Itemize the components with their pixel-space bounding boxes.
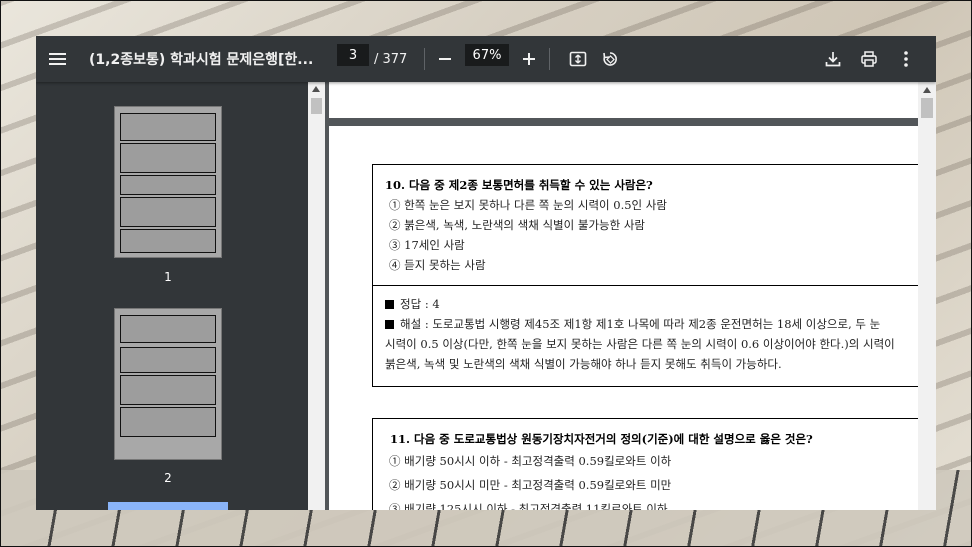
page-thumbnail-3-selected[interactable]	[108, 502, 228, 510]
page-thumbnail-2[interactable]	[114, 308, 222, 460]
menu-icon[interactable]	[49, 36, 69, 82]
toolbar-divider	[549, 48, 550, 70]
document-viewport: 10. 다음 중 제2종 보통면허를 취득할 수 있는 사람은? ① 한쪽 눈은…	[325, 82, 918, 510]
page-thumbnail-1[interactable]	[114, 106, 222, 258]
explanation-10-line: 시력이 0.5 이상(다만, 한쪽 눈을 보지 못하는 사람은 다른 쪽 눈의 …	[385, 337, 895, 351]
question-10-option: ④ 듣지 못하는 사람	[389, 258, 486, 272]
answer-10-line: 정답 : 4	[385, 294, 895, 314]
scrollbar-thumb[interactable]	[921, 98, 933, 118]
pdf-page: 10. 다음 중 제2종 보통면허를 취득할 수 있는 사람은? ① 한쪽 눈은…	[329, 82, 918, 510]
question-10-option: ① 한쪽 눈은 보지 못하나 다른 쪽 눈의 시력이 0.5인 사람	[389, 198, 667, 212]
question-11-title: 11. 다음 중 도로교통법상 원동기장치자전거의 정의(기준)에 대한 설명으…	[390, 432, 813, 446]
question-11-box: 11. 다음 중 도로교통법상 원동기장치자전거의 정의(기준)에 대한 설명으…	[372, 418, 918, 510]
explanation-10-line: 붉은색, 녹색 및 노란색의 색채 식별이 가능해야 하나 듣지 못해도 취득이…	[385, 357, 782, 371]
question-11-option: ② 배기량 50시시 미만 - 최고정격출력 0.59킬로와트 미만	[389, 478, 672, 492]
explanation-10-line: 해설 : 도로교통법 시행령 제45조 제1항 제1호 나목에 따라 제2종 운…	[385, 314, 895, 334]
answer-10-box: 정답 : 4 해설 : 도로교통법 시행령 제45조 제1항 제1호 나목에 따…	[372, 285, 918, 387]
sidebar-scrollbar[interactable]	[308, 82, 325, 510]
question-10-option: ③ 17세인 사람	[389, 238, 465, 252]
page-number-input[interactable]: 3	[337, 44, 369, 66]
fit-page-icon[interactable]	[567, 36, 589, 82]
scroll-up-arrow-icon[interactable]	[923, 87, 931, 93]
page-total-label: / 377	[374, 51, 408, 67]
page-separator	[329, 118, 918, 126]
scroll-up-arrow-icon[interactable]	[312, 86, 320, 92]
zoom-out-icon[interactable]	[434, 36, 456, 82]
more-icon[interactable]	[895, 36, 917, 82]
thumbnail-label-2: 2	[164, 471, 172, 485]
rotate-icon[interactable]	[599, 36, 621, 82]
toolbar-divider	[424, 48, 425, 70]
scrollbar-thumb[interactable]	[311, 98, 322, 114]
document-scrollbar[interactable]	[918, 82, 936, 510]
question-11-option: ① 배기량 50시시 이하 - 최고정격출력 0.59킬로와트 이하	[389, 454, 672, 468]
question-10-box: 10. 다음 중 제2종 보통면허를 취득할 수 있는 사람은? ① 한쪽 눈은…	[372, 164, 918, 286]
thumbnail-sidebar: 1 2	[36, 82, 308, 510]
print-icon[interactable]	[858, 36, 880, 82]
question-10-option: ② 붉은색, 녹색, 노란색의 색채 식별이 불가능한 사람	[389, 218, 645, 232]
pdf-viewer-window: (1,2종보통) 학과시험 문제은행[한... 3 / 377 67% 1 2 …	[36, 36, 936, 510]
pdf-toolbar: (1,2종보통) 학과시험 문제은행[한... 3 / 377 67%	[36, 36, 936, 82]
zoom-level-input[interactable]: 67%	[465, 44, 509, 66]
thumbnail-label-1: 1	[164, 270, 172, 284]
download-icon[interactable]	[822, 36, 844, 82]
question-10-title: 10. 다음 중 제2종 보통면허를 취득할 수 있는 사람은?	[385, 178, 653, 192]
document-title: (1,2종보통) 학과시험 문제은행[한...	[89, 52, 314, 68]
zoom-in-icon[interactable]	[518, 36, 540, 82]
question-11-option: ③ 배기량 125시시 이하 - 최고정격출력 11킬로와트 이하	[389, 502, 668, 510]
